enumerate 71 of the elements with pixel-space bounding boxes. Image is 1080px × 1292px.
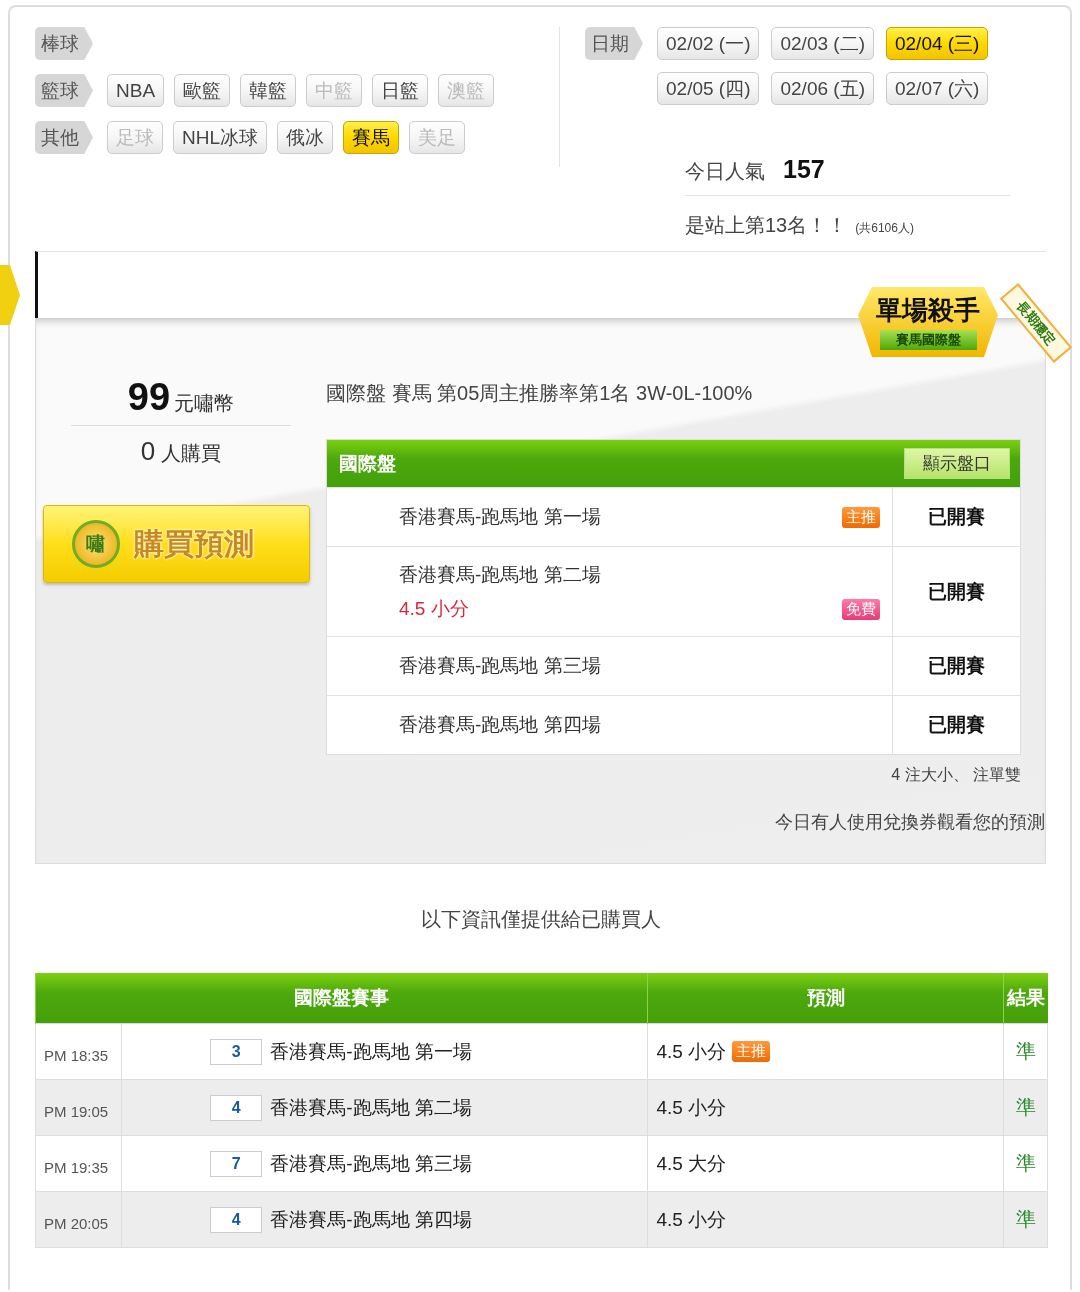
headline: 國際盤 賽馬 第05周主推勝率第1名 3W-0L-100% xyxy=(326,381,754,406)
sport-filter-button[interactable]: 俄冰 xyxy=(277,121,333,154)
result-cell: 準 xyxy=(1003,1135,1048,1192)
category-label: 其他 xyxy=(35,121,93,154)
voucher-note: 今日有人使用兌換券觀看您的預測 xyxy=(774,811,1045,834)
match-name: 香港賽馬-跑馬地 第一場 xyxy=(270,1039,472,1064)
table-title: 國際盤 xyxy=(339,451,396,476)
total-count: (共6106人) xyxy=(855,220,914,237)
match-status: 已開賽 xyxy=(928,654,985,678)
column-header: 預測 xyxy=(647,973,1004,1024)
date-button[interactable]: 02/03 (二) xyxy=(771,27,874,60)
match-number: 7 xyxy=(210,1150,263,1177)
match-status: 已開賽 xyxy=(928,505,985,529)
time-cell: PM 18:35 xyxy=(35,1023,122,1080)
match-name: 香港賽馬-跑馬地 第三場 xyxy=(399,654,601,678)
category-label: 籃球 xyxy=(35,74,93,107)
popularity-count: 157 xyxy=(783,155,825,184)
sport-filter-button[interactable]: NHL冰球 xyxy=(173,121,267,154)
info-text: 以下資訊僅提供給已購買人 xyxy=(419,907,662,932)
tag-badge: 主推 xyxy=(732,1041,771,1062)
show-odds-button[interactable]: 顯示盤口 xyxy=(904,448,1010,479)
match-name: 香港賽馬-跑馬地 第四場 xyxy=(270,1207,472,1232)
pick-text: 4.5 小分 xyxy=(656,1207,727,1232)
bet-summary: 4 注大小、 注單雙 xyxy=(890,765,1021,785)
coin-icon: 嘯 xyxy=(71,520,120,568)
tag-badge: 免費 xyxy=(842,599,880,620)
match-name: 香港賽馬-跑馬地 第四場 xyxy=(399,713,601,737)
match-name: 香港賽馬-跑馬地 第二場 xyxy=(270,1095,472,1120)
buy-prediction-button[interactable]: 嘯 購買預測 xyxy=(42,505,310,583)
price: 99 xyxy=(127,376,171,419)
match-number: 3 xyxy=(210,1038,263,1065)
sport-filter-button[interactable]: NBA xyxy=(107,74,165,107)
date-button[interactable]: 02/06 (五) xyxy=(771,72,874,105)
match-name: 香港賽馬-跑馬地 第一場 xyxy=(399,505,601,529)
match-number: 4 xyxy=(210,1206,263,1233)
match-status: 已開賽 xyxy=(928,713,985,737)
buyer-count: 0 xyxy=(140,436,156,467)
category-label: 棒球 xyxy=(35,27,93,60)
pick-text: 4.5 小分 xyxy=(399,596,469,621)
date-label: 日期 xyxy=(585,27,643,60)
buyer-label: 人購買 xyxy=(161,441,222,466)
sport-filter-button[interactable]: 賽馬 xyxy=(343,121,399,154)
result-cell: 準 xyxy=(1003,1079,1048,1136)
badge-subtitle: 賽馬國際盤 xyxy=(879,330,977,350)
match-name: 香港賽馬-跑馬地 第二場 xyxy=(399,562,601,587)
sport-filter-button[interactable]: 日籃 xyxy=(372,74,429,107)
price-unit: 元嘯幣 xyxy=(174,391,235,416)
time-cell: PM 19:05 xyxy=(35,1079,122,1136)
pick-text: 4.5 小分 xyxy=(656,1039,727,1064)
time-cell: PM 20:05 xyxy=(35,1191,122,1248)
tag-badge: 主推 xyxy=(842,507,880,528)
match-number: 4 xyxy=(210,1094,263,1121)
tab-marker-icon xyxy=(0,265,20,325)
result-cell: 準 xyxy=(1003,1023,1048,1080)
date-button[interactable]: 02/02 (一) xyxy=(657,27,760,60)
column-header: 國際盤賽事 xyxy=(35,973,648,1024)
time-cell: PM 19:35 xyxy=(35,1135,122,1192)
badge-title: 單場殺手 xyxy=(876,294,980,327)
sport-filter-button[interactable]: 韓籃 xyxy=(240,74,297,107)
date-button[interactable]: 02/04 (三) xyxy=(885,27,989,60)
date-button[interactable]: 02/07 (六) xyxy=(885,72,989,105)
pick-text: 4.5 大分 xyxy=(656,1151,727,1176)
column-header: 結果 xyxy=(1003,973,1048,1024)
rank-text: 是站上第13名！！ xyxy=(685,213,848,238)
date-button[interactable]: 02/05 (四) xyxy=(657,72,760,105)
popularity-label: 今日人氣 xyxy=(685,159,765,184)
match-status: 已開賽 xyxy=(928,579,985,604)
pick-text: 4.5 小分 xyxy=(656,1095,727,1120)
sport-filter-button[interactable]: 歐籃 xyxy=(174,74,231,107)
match-name: 香港賽馬-跑馬地 第三場 xyxy=(270,1151,472,1176)
result-cell: 準 xyxy=(1003,1191,1048,1248)
